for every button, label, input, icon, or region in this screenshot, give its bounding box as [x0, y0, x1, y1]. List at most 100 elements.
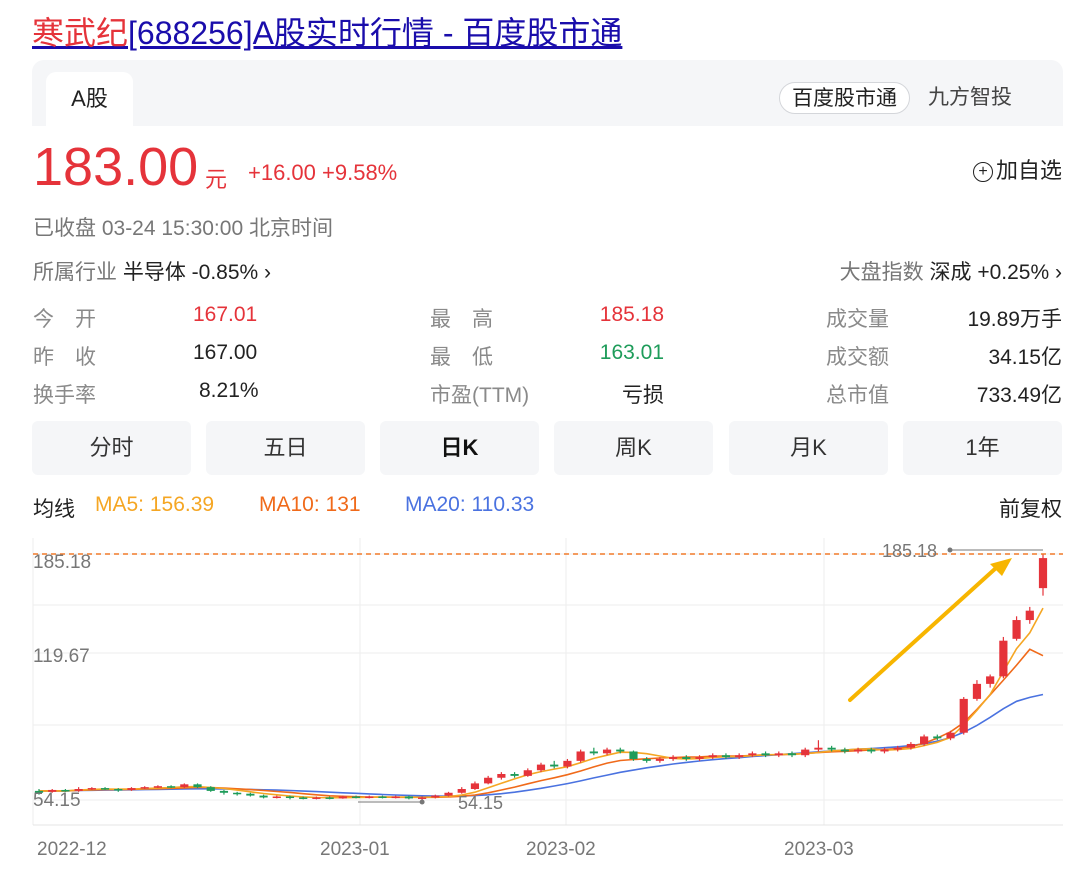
candle-up	[774, 753, 783, 756]
candle-down	[100, 788, 110, 790]
add-watchlist-button[interactable]: + 加自选	[972, 153, 1062, 185]
min-leader-dot	[419, 799, 425, 805]
tab-daily-k[interactable]: 日K	[380, 421, 539, 475]
stock-name[interactable]: 寒武纪	[32, 15, 128, 51]
high-label: 最 高	[430, 308, 493, 331]
industry-link[interactable]: 所属行业 半导体 -0.85% ›	[33, 256, 271, 286]
candle-down	[167, 786, 176, 788]
stock-code-title[interactable]: [688256]A股实时行情 - 百度股市通	[128, 15, 622, 51]
candle-up	[1038, 558, 1048, 589]
low-value: 163.01	[599, 341, 664, 364]
mcap-value: 733.49亿	[976, 384, 1062, 407]
amount-label: 成交额	[826, 346, 889, 369]
candle-down	[840, 749, 849, 752]
min-price-label: 54.15	[458, 793, 503, 813]
candle-down	[219, 790, 229, 793]
candle-down	[867, 749, 876, 752]
open-label: 今 开	[33, 308, 96, 331]
candle-up	[523, 770, 532, 776]
candle-down	[642, 758, 651, 761]
adjust-toggle[interactable]: 前复权	[999, 493, 1062, 523]
candle-up	[484, 777, 493, 784]
ma5-legend: MA5: 156.39	[95, 493, 215, 516]
candle-up	[365, 796, 374, 799]
candle-down	[721, 755, 731, 758]
ma20-legend: MA20: 110.33	[405, 493, 535, 516]
x-tick-label: 2023-01	[320, 839, 390, 860]
candle-down	[259, 795, 268, 798]
tab-intraday[interactable]: 分时	[32, 421, 191, 475]
candle-up	[602, 749, 612, 754]
market-status: 已收盘 03-24 15:30:00 北京时间	[33, 217, 333, 240]
candle-up	[444, 792, 453, 796]
tab-five-day[interactable]: 五日	[206, 421, 365, 475]
max-price-label: 185.18	[882, 541, 937, 561]
candle-down	[933, 736, 942, 739]
tab-weekly-k[interactable]: 周K	[554, 421, 713, 475]
candle-down	[193, 784, 202, 788]
kline-chart[interactable]: 185.18 119.67 54.15 2022-12 2023-01 2023…	[0, 530, 1080, 871]
candle-up	[801, 749, 810, 756]
pe-label: 市盈(TTM)	[430, 384, 530, 407]
tab-a-share[interactable]: A股	[46, 72, 133, 126]
candle-up	[920, 736, 929, 744]
add-watchlist-label: 加自选	[995, 158, 1062, 183]
trend-arrow-shaft	[848, 566, 998, 702]
industry-value: 半导体 -0.85% ›	[122, 261, 272, 284]
candle-down	[589, 751, 598, 754]
candle-up	[946, 732, 955, 739]
turnover-label: 换手率	[33, 384, 96, 407]
y-tick-label: 185.18	[33, 552, 91, 573]
price-change: +16.00 +9.58%	[248, 160, 398, 185]
candle-up	[127, 788, 136, 790]
candle-up	[972, 683, 982, 699]
index-link[interactable]: 大盘指数 深成 +0.25% ›	[840, 256, 1062, 286]
candle-up	[986, 676, 995, 684]
page-title[interactable]: 寒武纪[688256]A股实时行情 - 百度股市通	[32, 8, 622, 54]
candle-down	[510, 773, 519, 776]
market-tab-bar: A股 百度股市通 九方智投	[32, 60, 1063, 126]
candle-up	[893, 747, 902, 750]
source-baidu-button[interactable]: 百度股市通	[779, 82, 910, 114]
candle-up	[695, 757, 704, 759]
volume-value: 19.89万手	[967, 308, 1062, 331]
candle-up	[708, 755, 717, 758]
source-jiufang-button[interactable]: 九方智投	[928, 82, 1012, 114]
candle-up	[814, 747, 823, 750]
candle-down	[206, 787, 215, 791]
index-label: 大盘指数	[839, 261, 924, 284]
candle-down	[351, 796, 361, 799]
candle-up	[497, 773, 506, 778]
x-tick-label: 2023-02	[526, 839, 596, 860]
tab-one-year[interactable]: 1年	[903, 421, 1062, 475]
y-tick-label: 54.15	[33, 790, 81, 811]
candle-up	[853, 749, 863, 752]
industry-label: 所属行业	[33, 261, 117, 284]
candle-down	[761, 753, 770, 756]
ma10-line	[39, 648, 1044, 799]
candle-up	[140, 787, 149, 789]
current-price: 183.00	[33, 137, 199, 197]
plus-circle-icon: +	[972, 162, 993, 182]
candle-up	[338, 796, 347, 799]
tab-monthly-k[interactable]: 月K	[729, 421, 888, 475]
candle-up	[272, 796, 281, 799]
candle-down	[787, 753, 797, 756]
candle-down	[285, 796, 295, 799]
candle-up	[431, 795, 440, 798]
candle-up	[959, 698, 968, 733]
candle-up	[906, 743, 915, 748]
candle-up	[418, 797, 427, 799]
candle-down	[299, 797, 308, 799]
candle-up	[748, 753, 757, 756]
candle-up	[1025, 610, 1034, 621]
candle-up	[655, 758, 664, 761]
prev-close-label: 昨 收	[33, 346, 96, 369]
y-tick-label: 119.67	[33, 646, 90, 667]
trend-arrow-head	[990, 558, 1012, 576]
candles	[34, 554, 1048, 800]
candle-up	[880, 749, 889, 752]
candle-up	[536, 764, 546, 771]
candle-up	[87, 788, 96, 790]
x-tick-label: 2023-03	[784, 839, 854, 860]
